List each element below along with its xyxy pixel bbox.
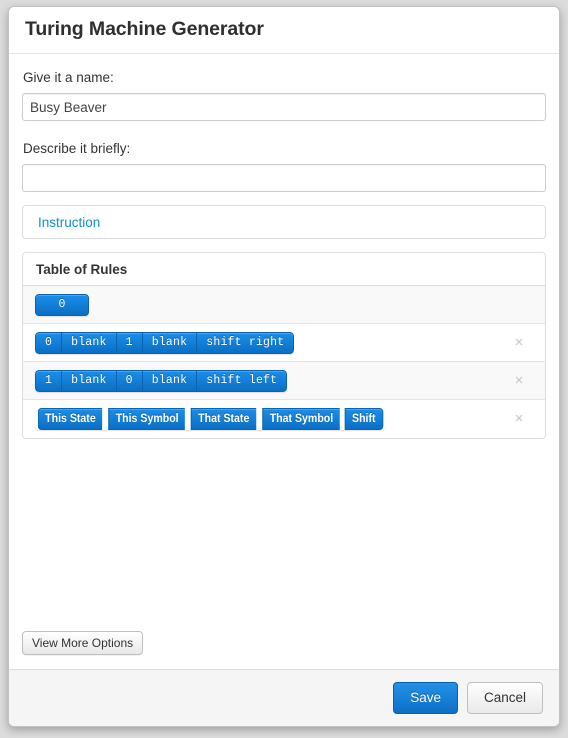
rule-segment-this-state[interactable]: 1 (35, 369, 62, 392)
rule-segment-shift[interactable]: shift right (196, 331, 295, 354)
page-title: Turing Machine Generator (25, 18, 264, 41)
rule-segment-this-symbol[interactable]: blank (61, 369, 116, 392)
rule-segment-that-symbol[interactable]: blank (141, 331, 197, 354)
column-header-shift[interactable]: Shift (344, 408, 383, 431)
description-field-label: Describe it briefly: (23, 141, 131, 157)
table-of-rules-heading: Table of Rules (23, 253, 545, 287)
column-header-that-symbol[interactable]: That Symbol (262, 408, 340, 431)
rule-segment-this-symbol[interactable]: blank (61, 331, 116, 354)
view-more-options-container: View More Options (22, 631, 144, 655)
view-more-options-button[interactable]: View More Options (22, 631, 144, 655)
rule-segment-this-state[interactable]: 0 (35, 331, 62, 354)
column-header-this-symbol[interactable]: This Symbol (108, 408, 186, 431)
rule-segment-that-state[interactable]: 1 (115, 331, 142, 354)
instruction-link[interactable]: Instruction (38, 216, 100, 230)
rule-segment-that-symbol[interactable]: blank (141, 369, 197, 392)
column-header-this-state[interactable]: This State (37, 408, 103, 431)
table-row[interactable]: This State This Symbol That State That S… (23, 400, 545, 439)
dialog-footer: Save Cancel (9, 669, 559, 726)
state-button-0[interactable]: 0 (35, 293, 89, 316)
close-icon[interactable]: × (511, 334, 527, 351)
name-input[interactable] (22, 93, 546, 122)
rule-segment-that-state[interactable]: 0 (115, 369, 142, 392)
table-row[interactable]: 0 blank 1 blank shift right × (23, 324, 545, 363)
instruction-panel: Instruction (22, 205, 546, 240)
close-icon[interactable]: × (511, 372, 527, 389)
close-icon[interactable]: × (511, 411, 527, 427)
cancel-button[interactable]: Cancel (466, 682, 543, 714)
table-row[interactable]: 1 blank 0 blank shift left × (23, 362, 545, 401)
rule-segment-shift[interactable]: shift left (196, 369, 288, 392)
rule-header-button-group[interactable]: This State This Symbol That State That S… (35, 408, 385, 431)
description-input[interactable] (22, 164, 546, 193)
table-of-rules-panel: Table of Rules 0 0 blank 1 blank shift r… (22, 252, 546, 440)
dialog-header: Turing Machine Generator (9, 7, 559, 54)
turing-machine-generator-dialog: Turing Machine Generator Give it a name:… (8, 6, 560, 727)
dialog-body: Give it a name: Describe it briefly: Ins… (9, 54, 559, 669)
column-header-that-state[interactable]: That State (191, 408, 257, 431)
name-field-label: Give it a name: (23, 70, 114, 85)
rule-button-group[interactable]: 0 blank 1 blank shift right (35, 331, 295, 354)
rule-button-group[interactable]: 1 blank 0 blank shift left (35, 369, 288, 392)
save-button[interactable]: Save (393, 682, 458, 714)
table-row[interactable]: 0 (23, 286, 545, 325)
